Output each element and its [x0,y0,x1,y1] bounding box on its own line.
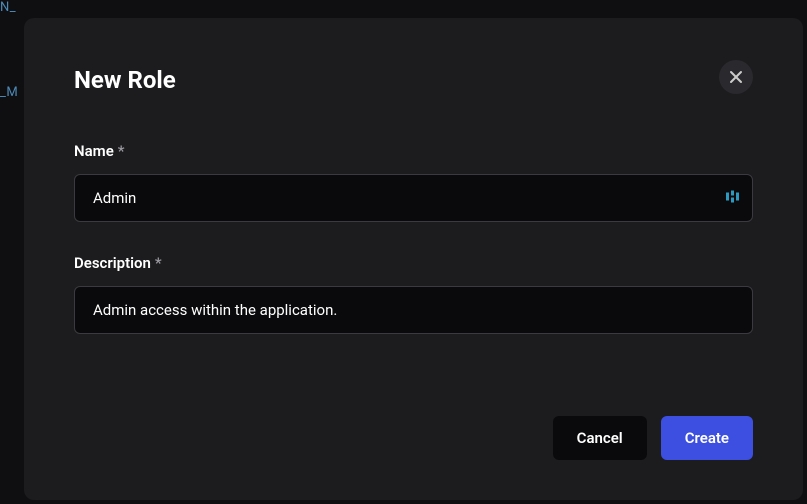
description-label-text: Description [74,254,151,272]
close-button[interactable] [719,60,753,94]
background-code-fragment: N_ [0,0,16,15]
required-marker: * [118,142,125,160]
name-label-text: Name [74,142,114,160]
new-role-modal: New Role Name* Descripti [24,18,803,500]
background-code-fragment: _M [0,85,18,100]
create-button[interactable]: Create [661,416,753,460]
required-marker: * [155,254,162,272]
password-manager-icon[interactable] [725,190,739,207]
close-icon [729,70,743,84]
modal-footer: Cancel Create [74,392,753,460]
name-input-wrap [74,174,753,222]
description-input-wrap [74,286,753,334]
name-label: Name* [74,142,753,160]
description-input[interactable] [74,286,753,334]
modal-title: New Role [74,66,176,94]
modal-header: New Role [74,66,753,94]
description-field: Description* [74,254,753,334]
description-label: Description* [74,254,753,272]
cancel-button[interactable]: Cancel [553,416,647,460]
name-input[interactable] [74,174,753,222]
name-field: Name* [74,142,753,222]
